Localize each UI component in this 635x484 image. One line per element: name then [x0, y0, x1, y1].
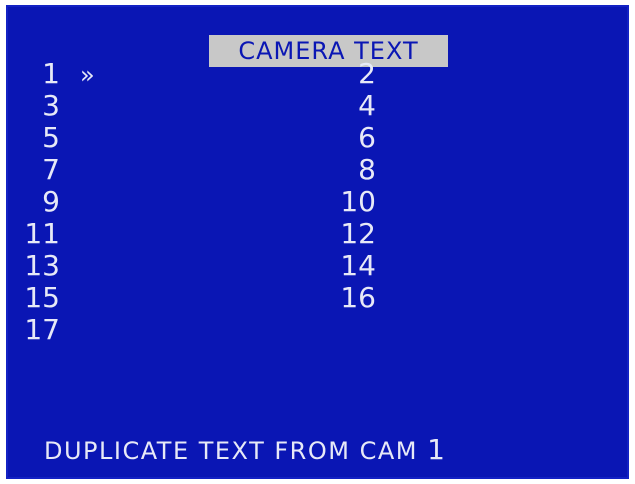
camera-14[interactable]: 14	[306, 251, 376, 281]
camera-17[interactable]: 17	[10, 315, 60, 345]
camera-5[interactable]: 5	[10, 123, 60, 153]
camera-8[interactable]: 8	[306, 155, 376, 185]
camera-7[interactable]: 7	[10, 155, 60, 185]
duplicate-text-label: DUPLICATE TEXT FROM CAM	[44, 437, 418, 465]
camera-6[interactable]: 6	[306, 123, 376, 153]
duplicate-text-option[interactable]: DUPLICATE TEXT FROM CAM 1	[44, 435, 445, 466]
duplicate-source-camera[interactable]: 1	[427, 433, 445, 466]
camera-10[interactable]: 10	[306, 187, 376, 217]
selection-cursor-icon: »	[80, 61, 95, 89]
camera-3[interactable]: 3	[10, 91, 60, 121]
camera-16[interactable]: 16	[306, 283, 376, 313]
screen: CAMERA TEXT » 1 3 5 7 9 11 13 15 17 2 4 …	[0, 0, 635, 484]
camera-15[interactable]: 15	[10, 283, 60, 313]
camera-2[interactable]: 2	[306, 59, 376, 89]
camera-4[interactable]: 4	[306, 91, 376, 121]
camera-13[interactable]: 13	[10, 251, 60, 281]
camera-12[interactable]: 12	[306, 219, 376, 249]
camera-1[interactable]: 1	[10, 59, 60, 89]
camera-9[interactable]: 9	[10, 187, 60, 217]
osd-menu: CAMERA TEXT » 1 3 5 7 9 11 13 15 17 2 4 …	[6, 5, 629, 479]
camera-11[interactable]: 11	[10, 219, 60, 249]
